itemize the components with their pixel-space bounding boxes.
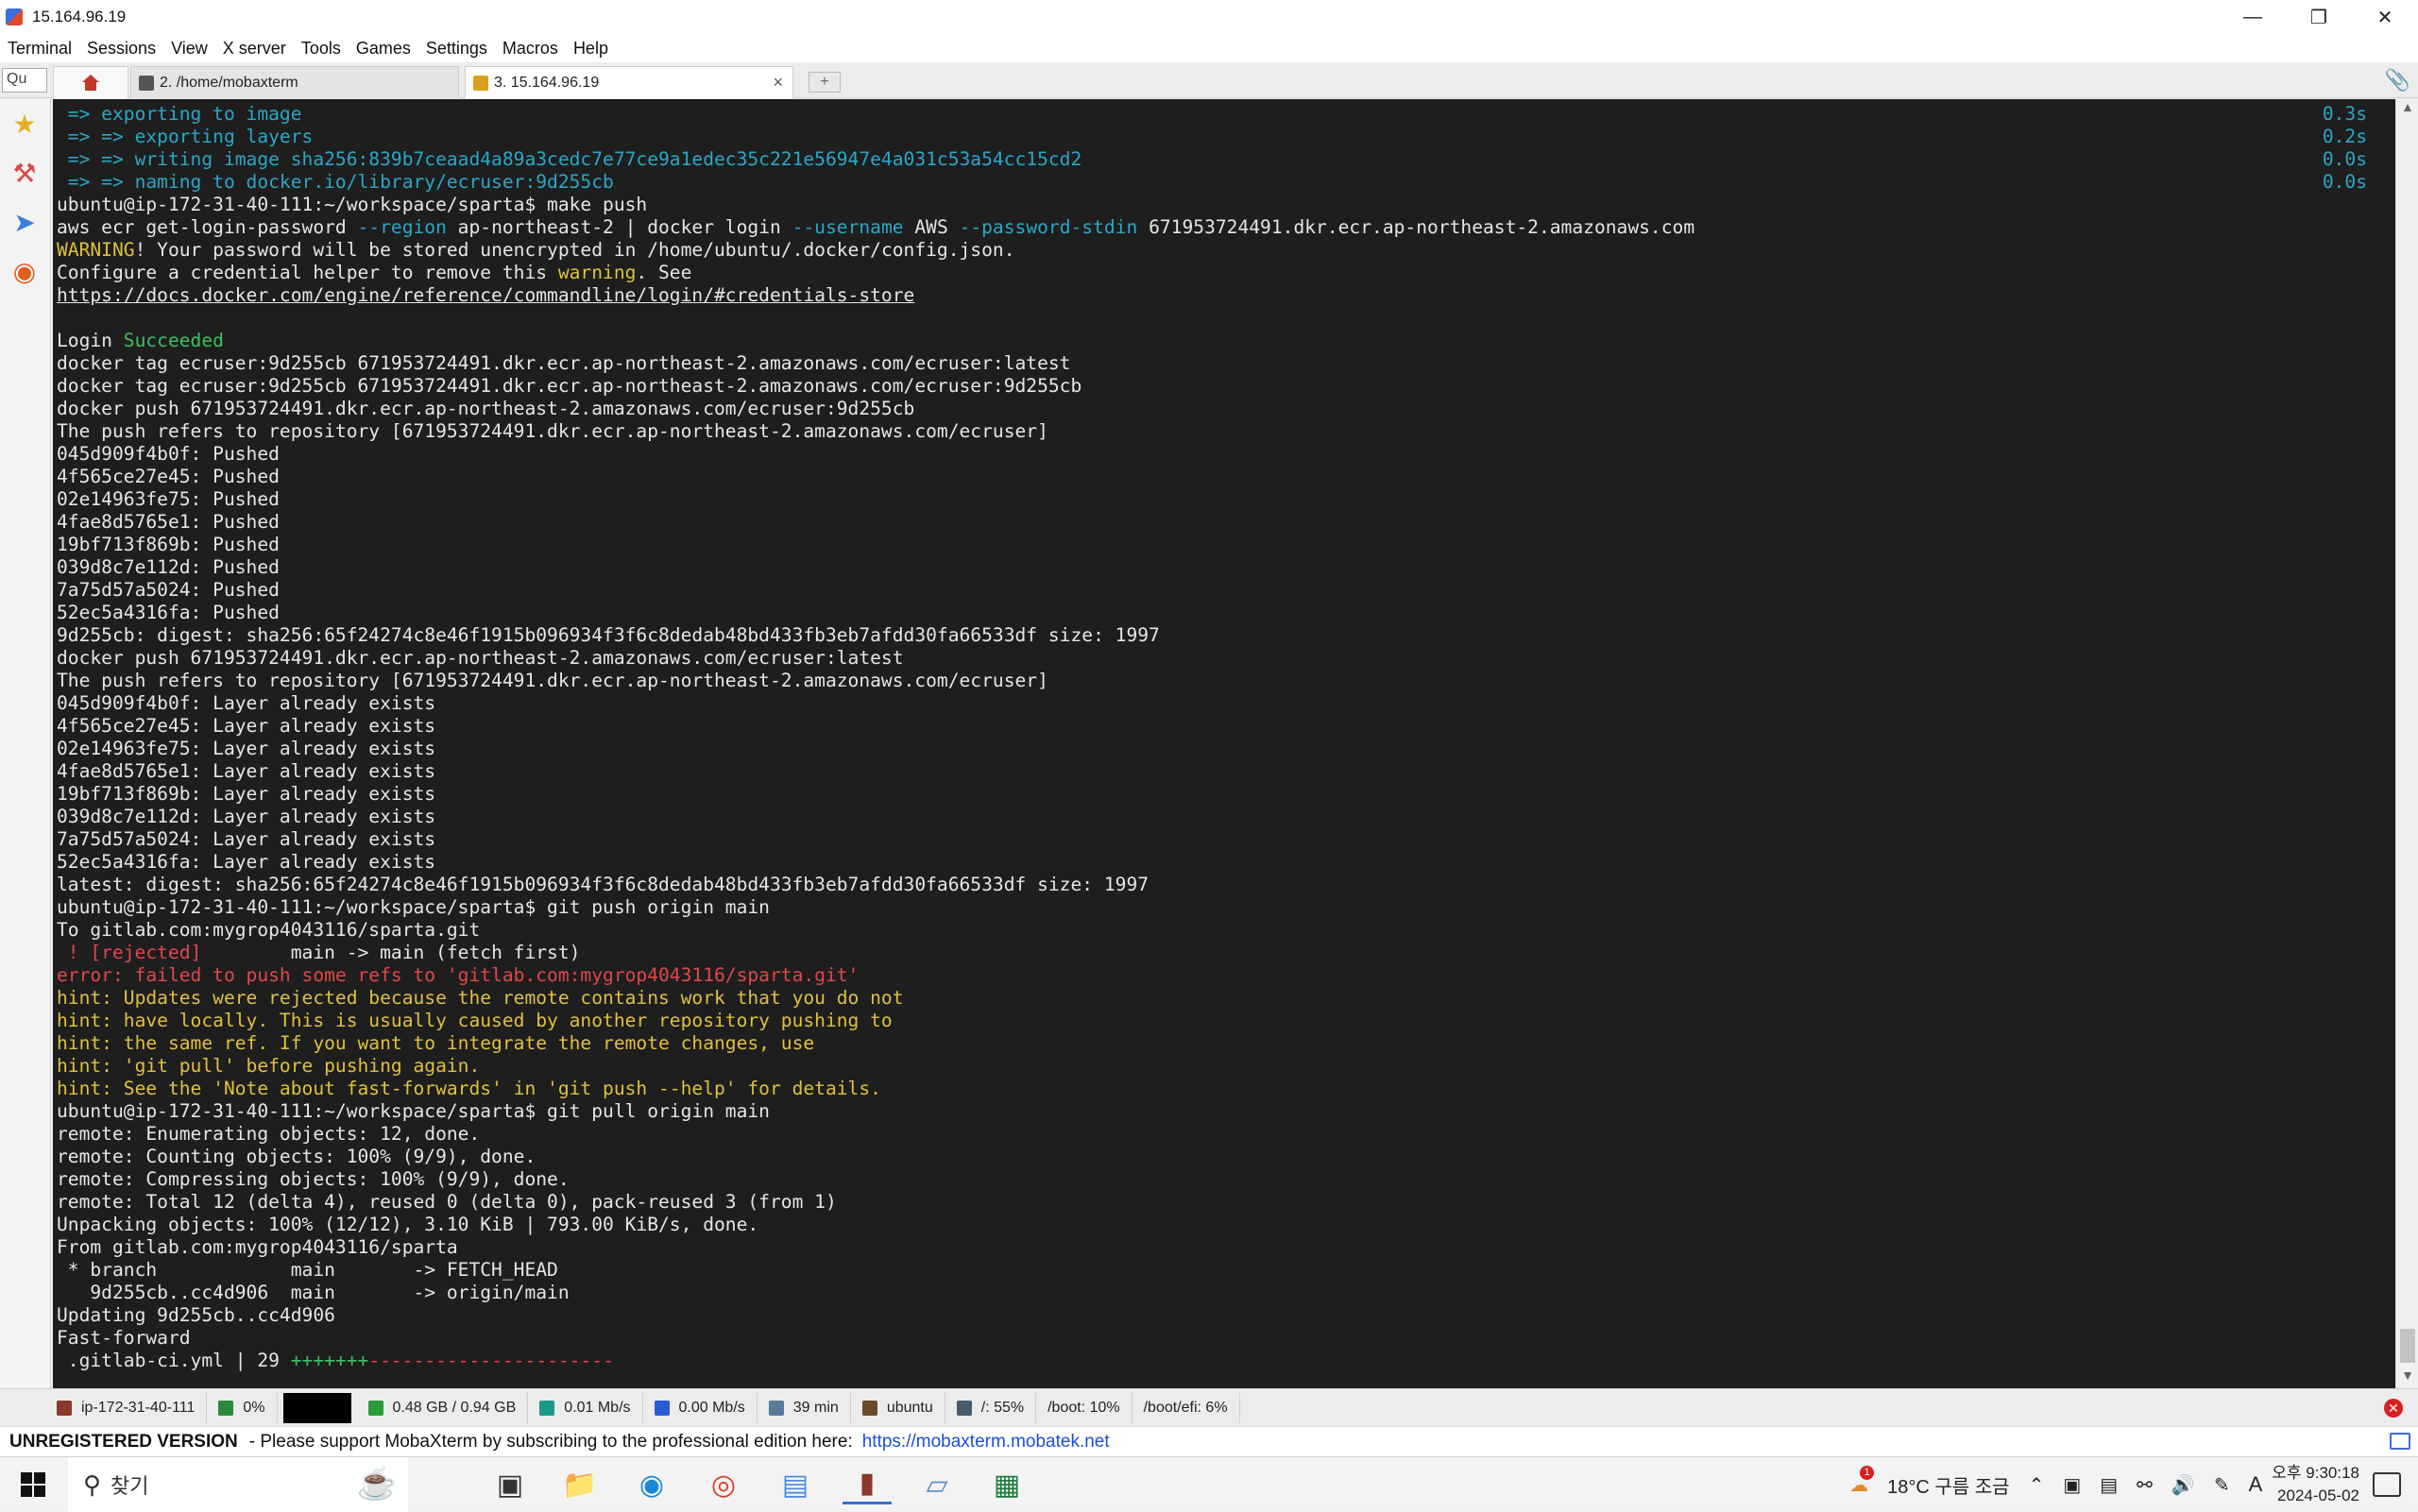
- windows-icon: [21, 1471, 45, 1497]
- tab-bar: Qu 2. /home/mobaxterm 3. 15.164.96.19 × …: [0, 62, 2418, 98]
- menu-terminal[interactable]: Terminal: [0, 39, 79, 59]
- close-icon[interactable]: ✕: [2352, 0, 2418, 34]
- display-icon[interactable]: ▤: [2100, 1473, 2118, 1497]
- monitor-icon: [768, 1400, 784, 1416]
- mobatek-link[interactable]: https://mobaxterm.mobatek.net: [862, 1432, 1110, 1453]
- macros-icon[interactable]: ◉: [6, 250, 43, 292]
- menu-settings[interactable]: Settings: [418, 39, 495, 59]
- vertical-scrollbar[interactable]: ▲ ▼: [2395, 99, 2418, 1388]
- terminal-output[interactable]: => exporting to image => => exporting la…: [53, 99, 2395, 1388]
- weather-badge: 1: [1860, 1465, 1875, 1480]
- system-tray: ☁ 1 18°C 구름 조금 ⌃ ▣ ▤ ⚯ 🔊 ✎ A 오후 9:30:18 2…: [1840, 1457, 2418, 1512]
- scrollbar-thumb[interactable]: [2400, 1329, 2415, 1363]
- clock[interactable]: 오후 9:30:18 2024-05-02: [2272, 1462, 2359, 1507]
- maximize-icon[interactable]: ❐: [2286, 0, 2352, 34]
- status-download: 0.00 Mb/s: [643, 1392, 758, 1423]
- menu-help[interactable]: Help: [566, 39, 616, 59]
- weather-icon[interactable]: ☁ 1: [1849, 1465, 1875, 1497]
- tray-icon[interactable]: [2390, 1433, 2410, 1450]
- host-icon: [57, 1400, 72, 1416]
- weather-text[interactable]: 18°C 구름 조금: [1887, 1471, 2009, 1499]
- pen-icon[interactable]: ✎: [2214, 1473, 2230, 1497]
- scroll-up-icon[interactable]: ▲: [2396, 99, 2418, 120]
- upload-icon: [539, 1400, 555, 1416]
- taskbar-search[interactable]: ⚲ 찾기 ☕: [68, 1457, 408, 1512]
- status-upload: 0.01 Mb/s: [528, 1392, 643, 1423]
- volume-icon[interactable]: 🔊: [2171, 1473, 2195, 1497]
- banner-message: - Please support MobaXterm by subscribin…: [248, 1431, 853, 1452]
- network-icon[interactable]: ⚯: [2137, 1473, 2153, 1497]
- camera-icon[interactable]: ▣: [2063, 1473, 2081, 1497]
- status-memory: 0.48 GB / 0.94 GB: [357, 1392, 529, 1423]
- quick-connect-input[interactable]: Qu: [2, 68, 47, 93]
- ime-indicator[interactable]: A: [2249, 1472, 2263, 1497]
- file-explorer-icon[interactable]: 📁: [555, 1465, 604, 1504]
- error-icon[interactable]: ✕: [2384, 1399, 2403, 1418]
- tab-ssh-session[interactable]: 3. 15.164.96.19 ×: [465, 66, 793, 98]
- terminal-icon: [139, 75, 154, 91]
- home-icon: [81, 74, 100, 92]
- unregistered-banner: UNREGISTERED VERSION - Please support Mo…: [0, 1426, 2418, 1456]
- task-view-icon[interactable]: ▣: [485, 1465, 535, 1504]
- user-icon: [861, 1400, 877, 1416]
- clock-date: 2024-05-02: [2277, 1487, 2359, 1504]
- status-cpu: 0%: [207, 1392, 278, 1423]
- tab-home-mobaxterm[interactable]: 2. /home/mobaxterm: [130, 66, 459, 98]
- remote-desktop-icon[interactable]: ▤: [771, 1465, 820, 1504]
- mobaxterm-icon: [6, 8, 23, 25]
- tools-icon[interactable]: ⚒: [6, 152, 43, 194]
- star-icon[interactable]: ★: [6, 103, 43, 144]
- chevron-up-icon[interactable]: ⌃: [2029, 1473, 2045, 1497]
- close-tab-icon[interactable]: ×: [773, 73, 783, 93]
- start-button[interactable]: [0, 1457, 66, 1512]
- status-user: ubuntu: [851, 1392, 945, 1423]
- build-times: 0.3s 0.2s 0.0s 0.0s: [2322, 103, 2367, 193]
- status-disk-efi: /boot/efi: 6%: [1132, 1392, 1240, 1423]
- clock-time: 오후 9:30:18: [2272, 1464, 2359, 1482]
- unregistered-label: UNREGISTERED VERSION: [9, 1431, 238, 1452]
- scroll-down-icon[interactable]: ▼: [2396, 1368, 2418, 1388]
- new-tab-button[interactable]: +: [809, 72, 841, 93]
- status-disk-root: /: 55%: [945, 1392, 1037, 1423]
- download-icon: [654, 1400, 670, 1416]
- left-sidebar: ★ ⚒ ➤ ◉: [0, 99, 51, 1388]
- window-title: 15.164.96.19: [32, 8, 127, 25]
- chrome-icon[interactable]: ◎: [699, 1465, 748, 1504]
- status-uptime: 39 min: [758, 1392, 851, 1423]
- app-icon[interactable]: ▱: [912, 1465, 962, 1504]
- minimize-icon[interactable]: —: [2220, 0, 2286, 34]
- menu-view[interactable]: View: [163, 39, 215, 59]
- send-icon[interactable]: ➤: [6, 201, 43, 243]
- status-disk-boot: /boot: 10%: [1036, 1392, 1132, 1423]
- menu-macros[interactable]: Macros: [495, 39, 566, 59]
- cpu-icon: [218, 1400, 234, 1416]
- edge-icon[interactable]: ◉: [627, 1465, 676, 1504]
- terminal-text: => exporting to image => => exporting la…: [57, 103, 1695, 1371]
- status-bar: ip-172-31-40-111 0% 0.48 GB / 0.94 GB 0.…: [0, 1388, 2418, 1426]
- ssh-key-icon: [473, 75, 488, 91]
- title-bar: 15.164.96.19 — ❐ ✕: [0, 0, 2418, 34]
- home-tab[interactable]: [53, 66, 128, 98]
- menu-sessions[interactable]: Sessions: [79, 39, 163, 59]
- paperclip-icon[interactable]: 📎: [2385, 68, 2410, 93]
- cpu-graph: [282, 1392, 351, 1423]
- excel-icon[interactable]: ▦: [982, 1465, 1031, 1504]
- disk-icon: [956, 1400, 972, 1416]
- notification-icon[interactable]: [2373, 1472, 2401, 1497]
- menu-x-server[interactable]: X server: [215, 39, 294, 59]
- menu-tools[interactable]: Tools: [294, 39, 349, 59]
- search-icon: ⚲: [83, 1470, 102, 1499]
- menu-games[interactable]: Games: [349, 39, 418, 59]
- memory-icon: [367, 1400, 383, 1416]
- windows-taskbar: ⚲ 찾기 ☕ ▣ 📁 ◉ ◎ ▤ ▮ ▱ ▦ ☁ 1 18°C 구름 조금 ⌃ ▣…: [0, 1456, 2418, 1512]
- teacup-icon: ☕: [356, 1466, 397, 1502]
- tab-label: 2. /home/mobaxterm: [160, 74, 298, 91]
- mobaxterm-taskbar-icon[interactable]: ▮: [843, 1465, 892, 1504]
- menu-bar: Terminal Sessions View X server Tools Games Se…: [0, 34, 2418, 62]
- status-host: ip-172-31-40-111: [0, 1392, 208, 1423]
- tab-label: 3. 15.164.96.19: [494, 74, 600, 91]
